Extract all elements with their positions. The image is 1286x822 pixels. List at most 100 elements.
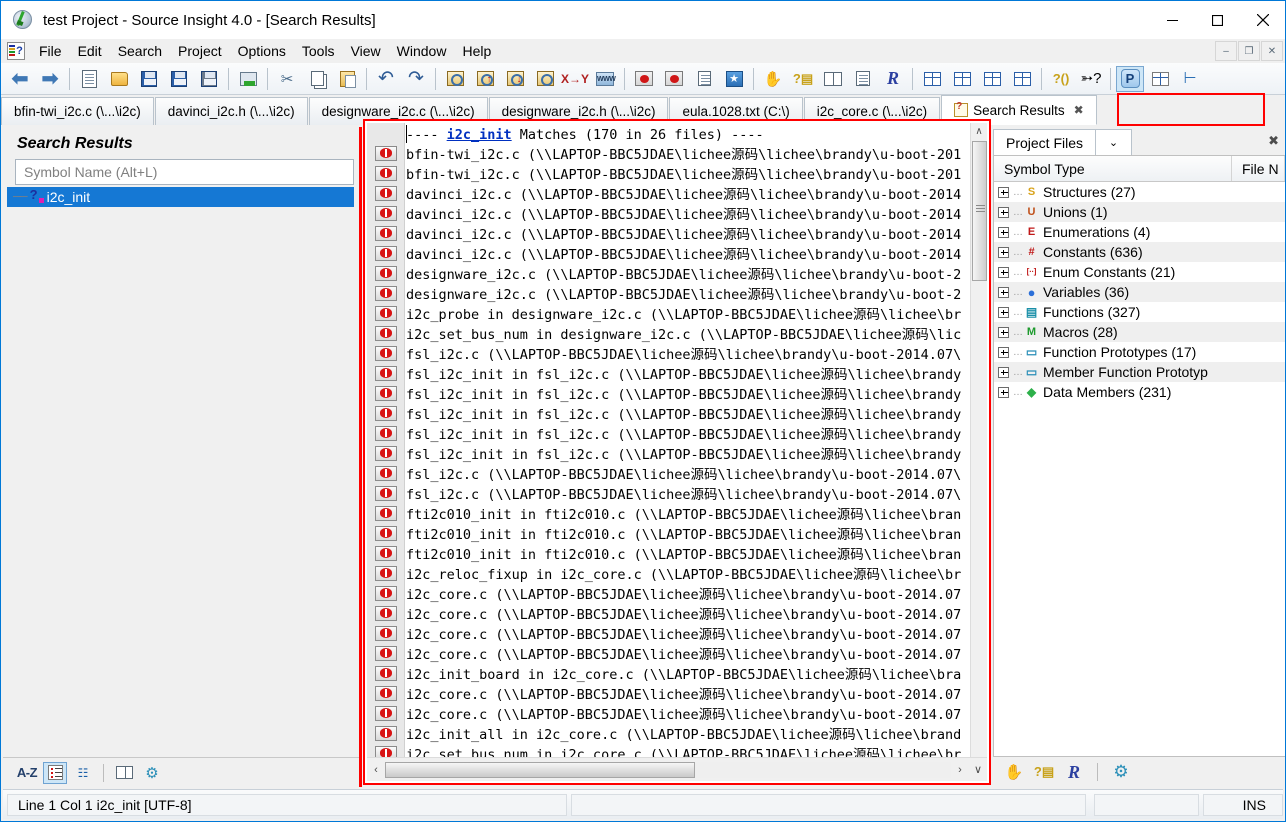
menu-project[interactable]: Project xyxy=(170,40,230,62)
horizontal-scrollbar[interactable]: ‹ › ∨ xyxy=(367,757,987,781)
search-forward-icon[interactable]: ↓ xyxy=(501,66,529,92)
gutter-cell[interactable] xyxy=(367,423,404,443)
table-row[interactable]: … ◆ Data Members (231) xyxy=(994,382,1285,402)
menu-help[interactable]: Help xyxy=(454,40,499,62)
result-line[interactable]: i2c_set_bus_num in i2c_core.c (\\LAPTOP-… xyxy=(406,745,969,757)
mdi-minimize-button[interactable]: – xyxy=(1215,41,1237,61)
menu-search[interactable]: Search xyxy=(110,40,170,62)
open-file-icon[interactable] xyxy=(105,66,133,92)
mdi-restore-button[interactable]: ❐ xyxy=(1238,41,1260,61)
table-row[interactable]: … [∙∙] Enum Constants (21) xyxy=(994,262,1285,282)
vertical-scrollbar-thumb[interactable] xyxy=(972,141,987,281)
vertical-scrollbar[interactable]: ∧ xyxy=(970,123,987,757)
bookmark-next-icon[interactable] xyxy=(660,66,688,92)
result-line[interactable]: fsl_i2c.c (\\LAPTOP-BBC5JDAE\lichee源码\li… xyxy=(406,485,969,505)
gutter-cell[interactable] xyxy=(367,523,404,543)
result-line[interactable]: i2c_core.c (\\LAPTOP-BBC5JDAE\lichee源码\l… xyxy=(406,685,969,705)
table-row[interactable]: … U Unions (1) xyxy=(994,202,1285,222)
browse-web-icon[interactable]: WWW xyxy=(591,66,619,92)
result-line[interactable]: davinci_i2c.c (\\LAPTOP-BBC5JDAE\lichee源… xyxy=(406,185,969,205)
symbol-window-icon[interactable]: ? xyxy=(7,42,25,60)
result-line[interactable]: fsl_i2c_init in fsl_i2c.c (\\LAPTOP-BBC5… xyxy=(406,405,969,425)
gutter-cell[interactable] xyxy=(367,703,404,723)
reference-window-icon[interactable] xyxy=(819,66,847,92)
save-icon[interactable] xyxy=(135,66,163,92)
horizontal-layout-icon[interactable] xyxy=(948,66,976,92)
tab-close-icon[interactable]: ✖ xyxy=(1074,103,1084,117)
expand-icon[interactable] xyxy=(998,306,1009,318)
gutter-cell[interactable] xyxy=(367,263,404,283)
redo-icon[interactable]: ↷ xyxy=(402,66,430,92)
expand-icon[interactable] xyxy=(998,206,1009,218)
cascade-windows-icon[interactable] xyxy=(1008,66,1036,92)
new-file-icon[interactable] xyxy=(75,66,103,92)
table-row[interactable]: … ▤ Functions (327) xyxy=(994,302,1285,322)
menu-window[interactable]: Window xyxy=(389,40,455,62)
split-layout-icon[interactable] xyxy=(978,66,1006,92)
result-line[interactable]: i2c_reloc_fixup in i2c_core.c (\\LAPTOP-… xyxy=(406,565,969,585)
gutter-cell[interactable] xyxy=(367,343,404,363)
forward-icon[interactable]: ➡ xyxy=(36,66,64,92)
symbol-list-item-i2c-init[interactable]: ── ? i2c_init xyxy=(7,187,354,207)
gutter-cell[interactable] xyxy=(367,163,404,183)
menu-file[interactable]: File xyxy=(31,40,70,62)
reference-book-button[interactable] xyxy=(112,762,136,784)
tab-project-files[interactable]: Project Files xyxy=(993,129,1097,155)
expand-icon[interactable] xyxy=(998,326,1009,338)
symbol-window-icon[interactable]: ?▤ xyxy=(789,66,817,92)
symbol-window-button[interactable]: ?▤ xyxy=(1031,761,1057,783)
add-bookmark-icon[interactable]: ★ xyxy=(720,66,748,92)
maximize-button[interactable] xyxy=(1195,1,1240,39)
result-line[interactable]: fsl_i2c_init in fsl_i2c.c (\\LAPTOP-BBC5… xyxy=(406,385,969,405)
result-line[interactable]: davinci_i2c.c (\\LAPTOP-BBC5JDAE\lichee源… xyxy=(406,205,969,225)
cut-icon[interactable]: ✂ xyxy=(273,66,301,92)
menu-tools[interactable]: Tools xyxy=(294,40,343,62)
gutter-cell[interactable] xyxy=(367,603,404,623)
gutter-cell[interactable] xyxy=(367,183,404,203)
scroll-left-button[interactable]: ‹ xyxy=(367,764,385,776)
search-results-text[interactable]: ---- i2c_init Matches (170 in 26 files) … xyxy=(406,123,969,757)
result-line[interactable]: fti2c010_init in fti2c010.c (\\LAPTOP-BB… xyxy=(406,505,969,525)
chevron-down-icon[interactable]: ⌄ xyxy=(1096,129,1133,155)
menu-options[interactable]: Options xyxy=(230,40,294,62)
context-window-button[interactable]: ✋ xyxy=(1001,761,1027,783)
table-row[interactable]: … E Enumerations (4) xyxy=(994,222,1285,242)
gutter-cell[interactable] xyxy=(367,563,404,583)
gutter-cell[interactable] xyxy=(367,623,404,643)
project-window-icon[interactable]: P xyxy=(1116,65,1144,92)
scroll-right-button[interactable]: › xyxy=(951,764,969,776)
jump-to-definition-icon[interactable] xyxy=(690,66,718,92)
gutter-cell[interactable] xyxy=(367,503,404,523)
panel-close-icon[interactable]: ✖ xyxy=(1268,133,1279,149)
result-line[interactable]: designware_i2c.c (\\LAPTOP-BBC5JDAE\lich… xyxy=(406,285,969,305)
gutter-cell[interactable] xyxy=(367,683,404,703)
result-line[interactable]: i2c_core.c (\\LAPTOP-BBC5JDAE\lichee源码\l… xyxy=(406,625,969,645)
result-line[interactable]: i2c_init_board in i2c_core.c (\\LAPTOP-B… xyxy=(406,665,969,685)
back-icon[interactable]: ⬅ xyxy=(6,66,34,92)
tab-davinci-i2c-h[interactable]: davinci_i2c.h (\...\i2c) xyxy=(154,97,308,125)
minimize-button[interactable] xyxy=(1150,1,1195,39)
result-line[interactable]: designware_i2c.c (\\LAPTOP-BBC5JDAE\lich… xyxy=(406,265,969,285)
table-row[interactable]: … S Structures (27) xyxy=(994,182,1285,202)
table-row[interactable]: … ● Variables (36) xyxy=(994,282,1285,302)
result-line[interactable]: i2c_probe in designware_i2c.c (\\LAPTOP-… xyxy=(406,305,969,325)
relation-window-button[interactable]: R xyxy=(1061,761,1087,783)
expand-icon[interactable] xyxy=(998,386,1009,398)
result-line[interactable]: fsl_i2c.c (\\LAPTOP-BBC5JDAE\lichee源码\li… xyxy=(406,465,969,485)
parameter-info-icon[interactable]: ?() xyxy=(1047,66,1075,92)
gutter-cell[interactable] xyxy=(367,383,404,403)
result-line[interactable]: i2c_core.c (\\LAPTOP-BBC5JDAE\lichee源码\l… xyxy=(406,585,969,605)
expand-icon[interactable] xyxy=(998,366,1009,378)
gutter-cell[interactable] xyxy=(367,483,404,503)
mdi-close-button[interactable]: ✕ xyxy=(1261,41,1283,61)
result-line[interactable]: davinci_i2c.c (\\LAPTOP-BBC5JDAE\lichee源… xyxy=(406,225,969,245)
gutter-cell[interactable] xyxy=(367,303,404,323)
gutter-cell[interactable] xyxy=(367,243,404,263)
tile-windows-icon[interactable] xyxy=(918,66,946,92)
scroll-up-button[interactable]: ∧ xyxy=(971,123,987,140)
context-window-icon[interactable]: ✋ xyxy=(759,66,787,92)
close-file-icon[interactable] xyxy=(195,66,223,92)
gutter-cell[interactable] xyxy=(367,463,404,483)
gutter-cell[interactable] xyxy=(367,723,404,743)
column-header-symbol-type[interactable]: Symbol Type xyxy=(994,156,1232,181)
